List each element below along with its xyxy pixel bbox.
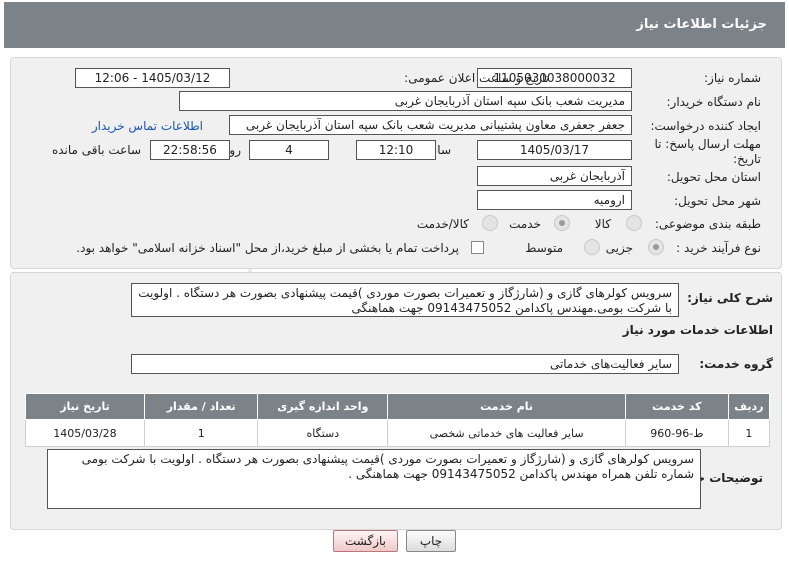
category-radio-service[interactable] bbox=[554, 215, 570, 231]
table-row: 1 ط-96-960 سایر فعالیت های خدماتی شخصی د… bbox=[25, 419, 771, 447]
cell-service-name: سایر فعالیت های خدماتی شخصی bbox=[387, 419, 626, 447]
title-bar: جزئیات اطلاعات نیاز bbox=[4, 2, 785, 48]
page-title: جزئیات اطلاعات نیاز bbox=[636, 17, 767, 32]
table-header-row: ردیف کد خدمت نام خدمت واحد اندازه گیری ت… bbox=[25, 393, 771, 420]
need-details-panel: شرح کلی نیاز: سرویس کولرهای گازی و (شارژ… bbox=[10, 272, 782, 530]
process-radio-minor[interactable] bbox=[648, 239, 664, 255]
general-info-panel: شماره نیاز: 1105030038000032 تاریخ و ساع… bbox=[10, 57, 782, 269]
cell-quantity: 1 bbox=[143, 419, 259, 447]
buyer-org-field: مدیریت شعب بانک سپه استان آذربایجان غربی bbox=[179, 91, 632, 111]
cell-service-code: ط-96-960 bbox=[625, 419, 729, 447]
remaining-time-label: ساعت باقی مانده bbox=[51, 143, 141, 157]
buyer-org-label: نام دستگاه خریدار: bbox=[666, 95, 762, 109]
category-radio-goods-service[interactable] bbox=[482, 215, 498, 231]
col-header-need-date: تاریخ نیاز bbox=[25, 393, 145, 420]
creator-label: ایجاد کننده درخواست: bbox=[650, 119, 761, 133]
services-section-title: اطلاعات خدمات مورد نیاز bbox=[622, 323, 773, 337]
cell-unit: دستگاه bbox=[257, 419, 389, 447]
process-option-minor: جزیی bbox=[605, 241, 633, 255]
deadline-time-field: 12:10 bbox=[356, 140, 436, 160]
announce-datetime-label: تاریخ و ساعت اعلان عمومی: bbox=[404, 71, 549, 85]
city-field: ارومیه bbox=[477, 190, 632, 210]
buyer-contact-link[interactable]: اطلاعات تماس خریدار bbox=[92, 119, 203, 133]
deadline-label: مهلت ارسال پاسخ: تا تاریخ: bbox=[654, 137, 761, 166]
process-option-medium: متوسط bbox=[525, 241, 563, 255]
need-description-label: شرح کلی نیاز: bbox=[687, 291, 773, 305]
province-label: استان محل تحویل: bbox=[666, 170, 761, 184]
services-table: ردیف کد خدمت نام خدمت واحد اندازه گیری ت… bbox=[25, 393, 771, 447]
cell-need-date: 1405/03/28 bbox=[25, 419, 145, 447]
category-radio-goods[interactable] bbox=[626, 215, 642, 231]
need-description-field: سرویس کولرهای گازی و (شارژگاز و تعمیرات … bbox=[131, 283, 679, 317]
need-number-label: شماره نیاز: bbox=[704, 71, 761, 85]
col-header-row-no: ردیف bbox=[727, 393, 771, 420]
remaining-time-field: 22:58:56 bbox=[150, 140, 230, 160]
province-field: آذربایجان غربی bbox=[477, 166, 632, 186]
col-header-service-name: نام خدمت bbox=[387, 393, 626, 420]
creator-field: جعفر جعفری معاون پشتیبانی مدیریت شعب بان… bbox=[229, 115, 632, 135]
deadline-date-field: 1405/03/17 bbox=[477, 140, 632, 160]
cell-row-no: 1 bbox=[727, 419, 771, 447]
col-header-service-code: کد خدمت bbox=[625, 393, 729, 420]
back-button[interactable]: بازگشت bbox=[333, 530, 398, 552]
process-radio-medium[interactable] bbox=[584, 239, 600, 255]
days-remaining-field: 4 bbox=[249, 140, 329, 160]
buyer-notes-field: سرویس کولرهای گازی و (شارژگاز و تعمیرات … bbox=[47, 449, 701, 509]
col-header-quantity: تعداد / مقدار bbox=[143, 393, 259, 420]
service-group-label: گروه خدمت: bbox=[699, 357, 773, 371]
service-group-field: سایر فعالیت‌های خدماتی bbox=[131, 354, 679, 374]
treasury-payment-note: پرداخت تمام یا بخشی از مبلغ خرید،از محل … bbox=[76, 241, 459, 255]
category-option-goods-service: کالا/خدمت bbox=[416, 217, 469, 231]
treasury-payment-checkbox[interactable] bbox=[471, 241, 484, 254]
category-option-goods: کالا bbox=[594, 217, 611, 231]
announce-datetime-field: 1405/03/12 - 12:06 bbox=[75, 68, 230, 88]
city-label: شهر محل تحویل: bbox=[674, 194, 761, 208]
print-button[interactable]: چاپ bbox=[406, 530, 456, 552]
category-label: طبقه بندی موضوعی: bbox=[654, 217, 761, 231]
category-option-service: خدمت bbox=[509, 217, 541, 231]
col-header-unit: واحد اندازه گیری bbox=[257, 393, 389, 420]
process-label: نوع فرآیند خرید : bbox=[676, 241, 761, 255]
